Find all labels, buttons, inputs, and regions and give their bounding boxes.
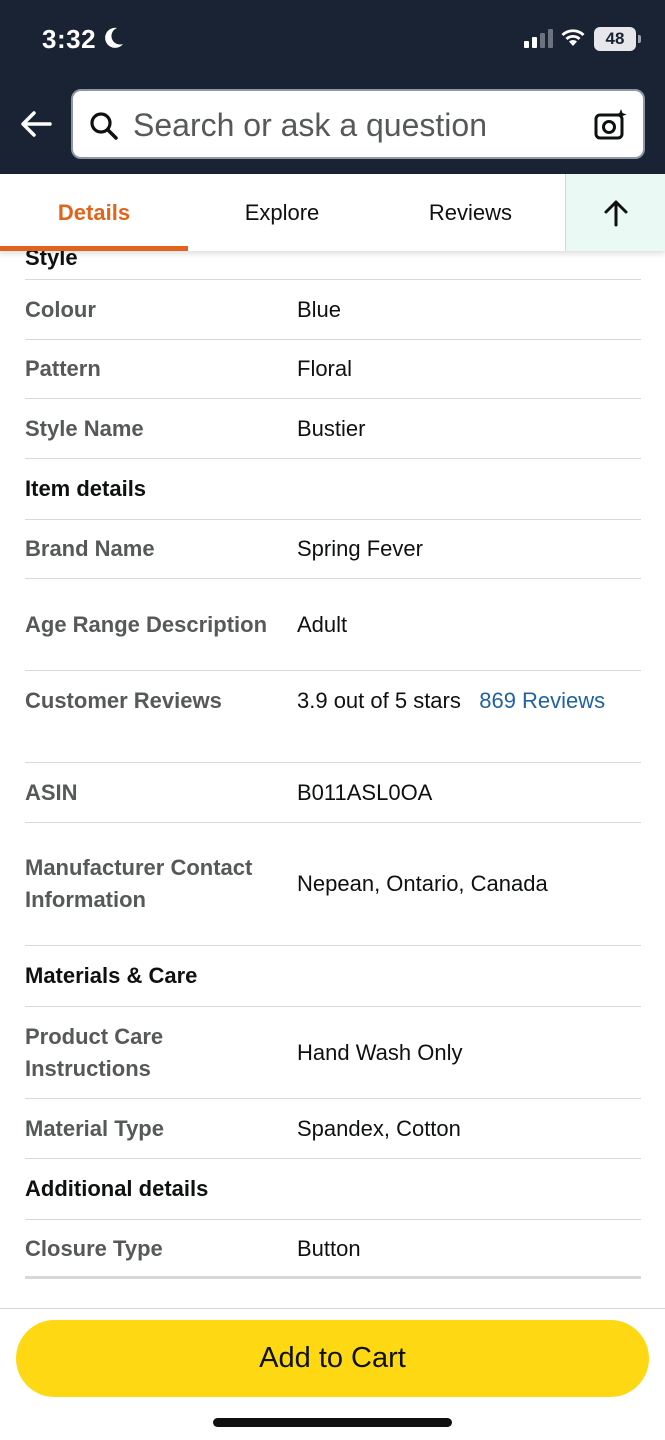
- detail-value: Bustier: [297, 415, 366, 441]
- cellular-signal-icon: [524, 28, 553, 48]
- detail-row: Customer Reviews 3.9 out of 5 stars 869 …: [25, 671, 641, 763]
- search-icon: [90, 112, 118, 140]
- detail-value: Blue: [297, 296, 342, 322]
- section-title: Item details: [25, 476, 147, 501]
- home-indicator: [213, 1418, 452, 1427]
- detail-label: Material Type: [25, 1115, 164, 1141]
- tab-bar: Details Explore Reviews: [0, 174, 665, 251]
- battery-indicator: 48: [594, 27, 641, 51]
- detail-row: Manufacturer Contact Information Nepean,…: [25, 823, 641, 946]
- detail-label: Manufacturer Contact Information: [25, 855, 253, 912]
- status-time: 3:32: [42, 24, 97, 54]
- scroll-to-top-button[interactable]: [565, 174, 665, 251]
- section-header-item-details: Item details: [25, 459, 641, 520]
- section-header-materials: Materials & Care: [25, 946, 641, 1007]
- tab-reviews[interactable]: Reviews: [376, 174, 565, 251]
- detail-label: Pattern: [25, 356, 101, 381]
- reviews-link[interactable]: 869 Reviews: [479, 688, 605, 713]
- detail-label: Brand Name: [25, 536, 155, 561]
- rating-value: 3.9 out of 5 stars 869 Reviews: [297, 685, 641, 717]
- detail-label: Colour: [25, 296, 96, 322]
- divider: [25, 1276, 641, 1279]
- detail-label: Age Range Description: [25, 611, 268, 637]
- detail-value: Floral: [297, 356, 353, 381]
- detail-row: Product Care Instructions Hand Wash Only: [25, 1007, 641, 1099]
- bottom-action-bar: Add to Cart: [0, 1308, 665, 1440]
- moon-icon: [105, 27, 123, 48]
- detail-label: Product Care Instructions: [25, 1023, 164, 1081]
- detail-row: Style Name Bustier: [25, 399, 641, 459]
- detail-label: Customer Reviews: [25, 688, 222, 713]
- add-to-cart-button[interactable]: Add to Cart: [16, 1320, 649, 1397]
- product-details: Style Colour Blue Pattern Floral Style N…: [25, 240, 641, 1278]
- section-title: Materials & Care: [25, 963, 198, 988]
- detail-row: Pattern Floral: [25, 340, 641, 399]
- back-arrow-icon[interactable]: [16, 104, 56, 144]
- detail-value: Adult: [297, 611, 348, 637]
- section-title: Additional details: [25, 1176, 209, 1201]
- detail-label: Closure Type: [25, 1236, 163, 1261]
- detail-label: Style Name: [25, 415, 144, 441]
- detail-value: Spandex, Cotton: [297, 1115, 461, 1141]
- detail-row: ASIN B011ASL0OA: [25, 763, 641, 823]
- search-input[interactable]: [133, 105, 573, 145]
- detail-value: Button: [297, 1236, 361, 1261]
- search-bar[interactable]: [71, 89, 645, 159]
- active-tab-indicator: [0, 246, 188, 251]
- detail-label: ASIN: [25, 779, 78, 805]
- detail-row: Colour Blue: [25, 280, 641, 340]
- detail-row: Material Type Spandex, Cotton: [25, 1099, 641, 1159]
- detail-row: Brand Name Spring Fever: [25, 520, 641, 579]
- detail-row: Age Range Description Adult: [25, 579, 641, 671]
- section-header-additional: Additional details: [25, 1159, 641, 1220]
- detail-value: Nepean, Ontario, Canada: [297, 871, 548, 896]
- status-bar: 3:32 48: [0, 0, 665, 80]
- detail-value: B011ASL0OA: [297, 779, 433, 805]
- app-header: 3:32 48: [0, 0, 665, 174]
- detail-row: Closure Type Button: [25, 1220, 641, 1278]
- detail-value: Spring Fever: [297, 536, 423, 561]
- detail-value: Hand Wash Only: [297, 1039, 463, 1065]
- tab-details[interactable]: Details: [0, 174, 188, 251]
- camera-search-icon[interactable]: [593, 107, 629, 143]
- wifi-icon: [561, 29, 585, 46]
- tab-explore[interactable]: Explore: [188, 174, 376, 251]
- rating-text: 3.9 out of 5 stars: [297, 688, 461, 713]
- arrow-up-icon: [604, 200, 627, 226]
